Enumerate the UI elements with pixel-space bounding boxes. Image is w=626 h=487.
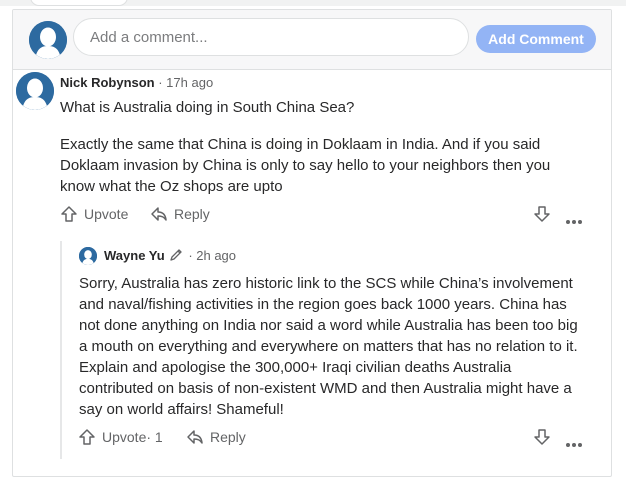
reply-label: Reply <box>174 206 210 222</box>
comment-text: Sorry, Australia has zero historic link … <box>79 275 578 418</box>
avatar[interactable] <box>79 247 97 265</box>
comment-input[interactable] <box>73 18 469 56</box>
comment-composer: Add Comment <box>13 10 611 70</box>
upvote-label: Upvote <box>84 206 129 222</box>
comment-author-line: Nick Robynson · 17h ago <box>60 75 213 91</box>
add-comment-button[interactable]: Add Comment <box>476 25 596 53</box>
author-name[interactable]: Wayne Yu <box>104 248 165 263</box>
reply-arrow-icon <box>187 430 203 444</box>
comment-question: What is Australia doing in South China S… <box>60 99 355 116</box>
upvote-button[interactable]: Upvote · 1 <box>78 428 163 446</box>
more-dots-icon <box>566 443 582 447</box>
pencil-icon <box>169 248 183 266</box>
author-name[interactable]: Nick Robynson <box>60 75 155 90</box>
upvote-label: Upvote <box>102 429 147 445</box>
avatar[interactable] <box>16 72 54 110</box>
downvote-arrow-icon <box>534 429 550 445</box>
downvote-button[interactable] <box>533 428 551 451</box>
reply-thread-line <box>60 241 62 459</box>
top-pill <box>30 0 128 6</box>
upvote-arrow-icon <box>79 429 95 445</box>
more-options-button[interactable] <box>565 212 583 230</box>
reply-label: Reply <box>210 429 246 445</box>
reply-arrow-icon <box>151 207 167 221</box>
reply-button[interactable]: Reply <box>186 428 246 446</box>
comment-time: · 17h ago <box>154 75 214 90</box>
more-dots-icon <box>566 220 582 224</box>
default-user-avatar-icon <box>29 21 67 59</box>
default-user-avatar-icon <box>79 247 97 265</box>
comment-text: Exactly the same that China is doing in … <box>60 136 551 195</box>
downvote-arrow-icon <box>534 206 550 222</box>
downvote-button[interactable] <box>533 205 551 228</box>
default-user-avatar-icon <box>16 72 54 110</box>
upvote-arrow-icon <box>61 206 77 222</box>
current-user-avatar <box>29 21 67 59</box>
comment-time: · 2h ago <box>184 248 237 263</box>
comment-author-line: Wayne Yu · 2h ago <box>104 248 236 266</box>
reply-button[interactable]: Reply <box>150 205 210 223</box>
more-options-button[interactable] <box>565 435 583 453</box>
upvote-count: · 1 <box>146 429 163 445</box>
upvote-button[interactable]: Upvote <box>60 205 128 223</box>
